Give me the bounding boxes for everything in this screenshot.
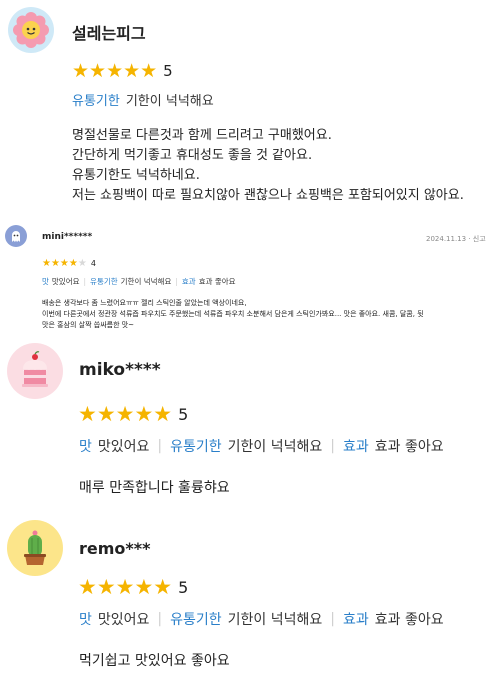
star-icons: ★★★★★ xyxy=(78,575,173,599)
tag-key: 효과 xyxy=(343,439,369,455)
tag-value: 맛있어요 xyxy=(97,439,150,455)
rating-stars: ★★★★ ★ 4 xyxy=(42,258,96,269)
review-tags: 맛 맛있어요 | 유통기한 기한이 넉넉해요 | 효과 효과 좋아요 xyxy=(42,276,236,287)
review-line: 간단하게 먹기좋고 휴대성도 좋을 것 같아요. xyxy=(72,148,313,163)
tag-key: 효과 xyxy=(343,612,369,628)
review-line: 맛은 홍삼의 살짝 씁싸름한 맛~ xyxy=(42,321,135,329)
tag-separator: | xyxy=(330,611,336,627)
rating-score: 5 xyxy=(178,577,189,597)
tag-value: 맛있어요 xyxy=(97,612,150,628)
tag-key: 효과 xyxy=(181,277,196,286)
review-date[interactable]: 2024.11.13 · 신고 xyxy=(426,234,486,244)
review-item: miko**** ★★★★★ 5 맛 맛있어요 | 유통기한 기한이 넉넉해요 … xyxy=(0,340,487,510)
review-body: 먹기쉽고 맛있어요 좋아요 xyxy=(79,651,230,671)
tag-key: 유통기한 xyxy=(170,439,222,455)
review-body: 매루 만족합니다 훌륭햐요 xyxy=(79,478,230,498)
review-line: 매루 만족합니다 훌륭햐요 xyxy=(79,480,230,496)
tag-value: 기한이 넉넉해요 xyxy=(227,439,323,455)
tag-separator: | xyxy=(330,438,336,454)
rating-stars: ★★★★★ 5 xyxy=(72,60,173,82)
star-icons: ★★★★★ xyxy=(72,60,158,82)
review-tags: 맛 맛있어요 | 유통기한 기한이 넉넉해요 | 효과 효과 좋아요 xyxy=(79,436,444,456)
tag-value: 기한이 넉넉해요 xyxy=(125,94,214,109)
rating-score: 5 xyxy=(163,62,173,80)
review-line: 배송은 생각보다 좀 느렸어요ㅠㅠ 젤리 스틱인줄 알았는데 액상이네요, xyxy=(42,299,247,307)
review-line: 먹기쉽고 맛있어요 좋아요 xyxy=(79,653,230,669)
star-icons: ★★★★ xyxy=(42,258,78,269)
rating-stars: ★★★★★ 5 xyxy=(78,575,188,599)
tag-separator: | xyxy=(83,277,87,286)
tag-value: 효과 좋아요 xyxy=(374,439,444,455)
tag-separator: | xyxy=(157,438,163,454)
review-body: 명절선물로 다른것과 함께 드리려고 구매했어요. 간단하게 먹기좋고 휴대성도… xyxy=(72,126,464,206)
review-line: 저는 쇼핑백이 따로 필요치않아 괜찮으나 쇼핑백은 포함되어있지 않아요. xyxy=(72,188,464,203)
tag-key: 맛 xyxy=(79,439,92,455)
tag-separator: | xyxy=(175,277,178,286)
tag-key: 유통기한 xyxy=(90,277,118,286)
rating-stars: ★★★★★ 5 xyxy=(78,402,188,426)
review-item: mini****** 2024.11.13 · 신고 ★★★★ ★ 4 맛 맛있어… xyxy=(0,220,487,340)
tag-value: 효과 좋아요 xyxy=(374,612,444,628)
review-item: remo*** ★★★★★ 5 맛 맛있어요 | 유통기한 기한이 넉넉해요 |… xyxy=(0,515,487,675)
tag-separator: | xyxy=(157,611,163,627)
review-line: 명절선물로 다른것과 함께 드리려고 구매했어요. xyxy=(72,128,332,143)
review-tags: 맛 맛있어요 | 유통기한 기한이 넉넉해요 | 효과 효과 좋아요 xyxy=(79,609,444,629)
reviewer-name: miko**** xyxy=(79,360,161,380)
tag-value: 기한이 넉넉해요 xyxy=(227,612,323,628)
tag-key: 유통기한 xyxy=(170,612,222,628)
review-body: 배송은 생각보다 좀 느렸어요ㅠㅠ 젤리 스틱인줄 알았는데 액상이네요, 이번… xyxy=(42,298,424,331)
reviewer-name: remo*** xyxy=(79,539,151,558)
tag-value: 기한이 넉넉해요 xyxy=(120,277,172,286)
cake-avatar-icon xyxy=(7,343,63,399)
tag-value: 효과 좋아요 xyxy=(198,277,236,286)
ghost-avatar-icon xyxy=(5,225,27,247)
review-item: 설레는피그 ★★★★★ 5 유통기한 기한이 넉넉해요 명절선물로 다른것과 함… xyxy=(0,0,487,210)
rating-score: 5 xyxy=(178,404,189,424)
star-empty-icon: ★ xyxy=(77,258,87,269)
flower-avatar-icon xyxy=(8,7,54,53)
review-tags: 유통기한 기한이 넉넉해요 xyxy=(72,90,214,109)
tag-value: 맛있어요 xyxy=(51,277,80,286)
rating-score: 4 xyxy=(90,259,96,268)
reviewer-name: mini****** xyxy=(42,232,93,242)
review-line: 이번에 다른곳에서 정관장 석류즙 파우치도 주문했는데 석류즙 파우치 소분해… xyxy=(42,310,424,318)
tag-key: 맛 xyxy=(42,277,49,286)
tag-key: 유통기한 xyxy=(72,94,120,109)
tag-key: 맛 xyxy=(79,612,92,628)
reviewer-name: 설레는피그 xyxy=(72,24,146,43)
cactus-avatar-icon xyxy=(7,520,63,576)
star-icons: ★★★★★ xyxy=(78,402,173,426)
review-line: 유통기한도 넉넉하네요. xyxy=(72,168,200,183)
